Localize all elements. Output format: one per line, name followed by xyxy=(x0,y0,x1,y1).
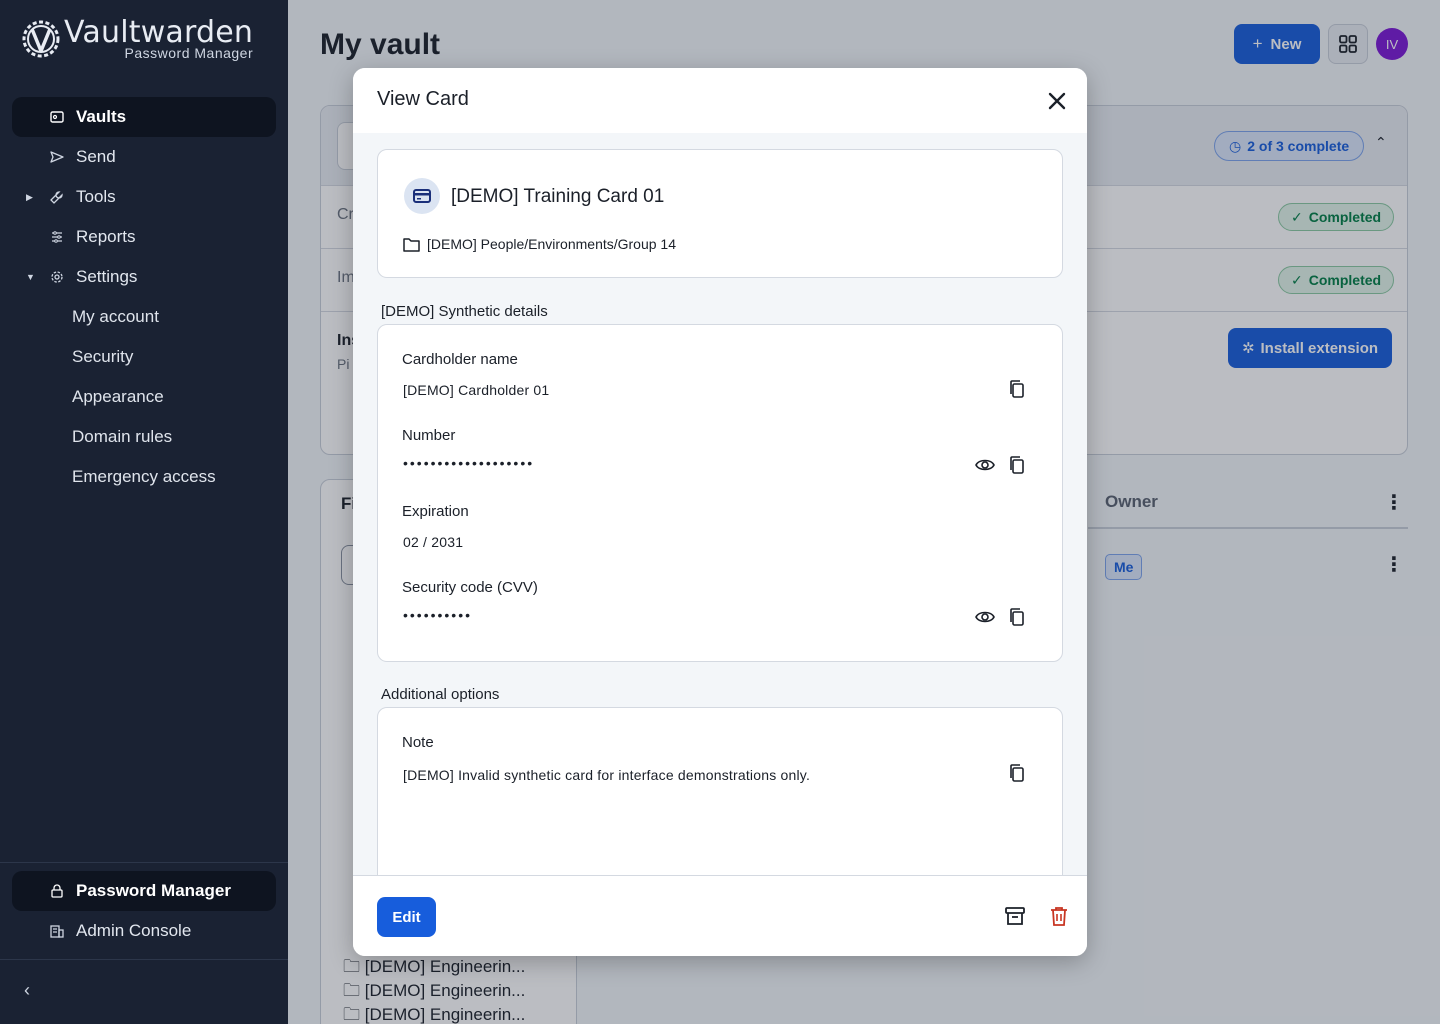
view-card-dialog: View Card [DEMO] Training Card 01 [DEMO]… xyxy=(353,68,1087,956)
lock-icon xyxy=(50,884,64,898)
vault-icon xyxy=(50,110,64,124)
cvv-label: Security code (CVV) xyxy=(402,579,538,596)
note-label: Note xyxy=(402,734,434,751)
folder-icon xyxy=(403,238,420,252)
copy-icon[interactable] xyxy=(1007,379,1027,399)
edit-button[interactable]: Edit xyxy=(377,897,436,937)
dialog-header: View Card xyxy=(353,68,1087,133)
eye-icon[interactable] xyxy=(975,455,995,475)
nav-send[interactable]: Send xyxy=(12,137,276,177)
wrench-icon xyxy=(50,190,64,204)
eye-icon[interactable] xyxy=(975,607,995,627)
trash-icon[interactable] xyxy=(1048,905,1070,927)
cvv-masked-value: •••••••••• xyxy=(403,607,473,623)
building-icon xyxy=(50,924,64,938)
nav-domain-rules[interactable]: Domain rules xyxy=(12,417,276,457)
caret-right-icon: ▶ xyxy=(26,191,33,202)
nav-send-label: Send xyxy=(76,147,116,166)
nav-admin-console-label: Admin Console xyxy=(76,921,192,940)
item-name: [DEMO] Training Card 01 xyxy=(451,186,665,207)
gear-icon xyxy=(50,270,64,284)
nav-security[interactable]: Security xyxy=(12,337,276,377)
item-header-card: [DEMO] Training Card 01 [DEMO] People/En… xyxy=(377,149,1063,278)
brand-logo[interactable]: Vaultwarden Password Manager xyxy=(20,18,253,60)
copy-icon[interactable] xyxy=(1007,607,1027,627)
cardholder-value: [DEMO] Cardholder 01 xyxy=(403,382,550,398)
nav-reports[interactable]: Reports xyxy=(12,217,276,257)
dialog-body[interactable]: [DEMO] Training Card 01 [DEMO] People/En… xyxy=(353,133,1087,875)
close-icon[interactable] xyxy=(1046,90,1068,112)
product-switcher: Password Manager Admin Console xyxy=(12,871,276,951)
nav-appearance[interactable]: Appearance xyxy=(12,377,276,417)
number-masked-value: ••••••••••••••••••• xyxy=(403,455,535,471)
number-label: Number xyxy=(402,427,456,444)
caret-down-icon: ▼ xyxy=(26,272,35,282)
details-section-heading: [DEMO] Synthetic details xyxy=(381,303,548,320)
sidebar-divider xyxy=(0,862,288,863)
nav-settings-label: Settings xyxy=(76,267,138,286)
note-value: [DEMO] Invalid synthetic card for interf… xyxy=(403,767,811,783)
nav-settings[interactable]: ▼ Settings xyxy=(12,257,276,297)
sidebar-divider-bottom xyxy=(0,959,288,960)
expiration-label: Expiration xyxy=(402,503,469,520)
sidebar: Vaultwarden Password Manager Vaults Send… xyxy=(0,0,288,1024)
nav-emergency-access[interactable]: Emergency access xyxy=(12,457,276,497)
send-icon xyxy=(50,150,64,164)
additional-options-heading: Additional options xyxy=(381,686,500,703)
brand-title: Vaultwarden xyxy=(64,15,254,50)
archive-icon[interactable] xyxy=(1004,905,1026,927)
nav-vaults[interactable]: Vaults xyxy=(12,97,276,137)
nav-tools[interactable]: ▶ Tools xyxy=(12,177,276,217)
nav-password-manager-label: Password Manager xyxy=(76,881,231,900)
card-details: Cardholder name [DEMO] Cardholder 01 Num… xyxy=(377,324,1063,662)
main-nav: Vaults Send ▶ Tools Reports ▼ Settings M… xyxy=(12,97,276,497)
collapse-sidebar-icon[interactable]: ‹ xyxy=(24,980,30,1001)
nav-reports-label: Reports xyxy=(76,227,136,246)
nav-password-manager[interactable]: Password Manager xyxy=(12,871,276,911)
expiration-value: 02 / 2031 xyxy=(403,534,464,550)
nav-tools-label: Tools xyxy=(76,187,116,206)
dialog-footer: Edit xyxy=(353,875,1087,956)
cardholder-label: Cardholder name xyxy=(402,351,518,368)
card-type-icon xyxy=(404,178,440,214)
vaultwarden-logo-icon xyxy=(22,20,60,58)
copy-icon[interactable] xyxy=(1007,763,1027,783)
additional-options-card: Note [DEMO] Invalid synthetic card for i… xyxy=(377,707,1063,875)
nav-my-account[interactable]: My account xyxy=(12,297,276,337)
nav-admin-console[interactable]: Admin Console xyxy=(12,911,276,951)
reports-icon xyxy=(50,230,64,244)
folder-path: [DEMO] People/Environments/Group 14 xyxy=(427,236,677,252)
nav-vaults-label: Vaults xyxy=(76,107,127,126)
copy-icon[interactable] xyxy=(1007,455,1027,475)
dialog-title: View Card xyxy=(377,88,469,110)
